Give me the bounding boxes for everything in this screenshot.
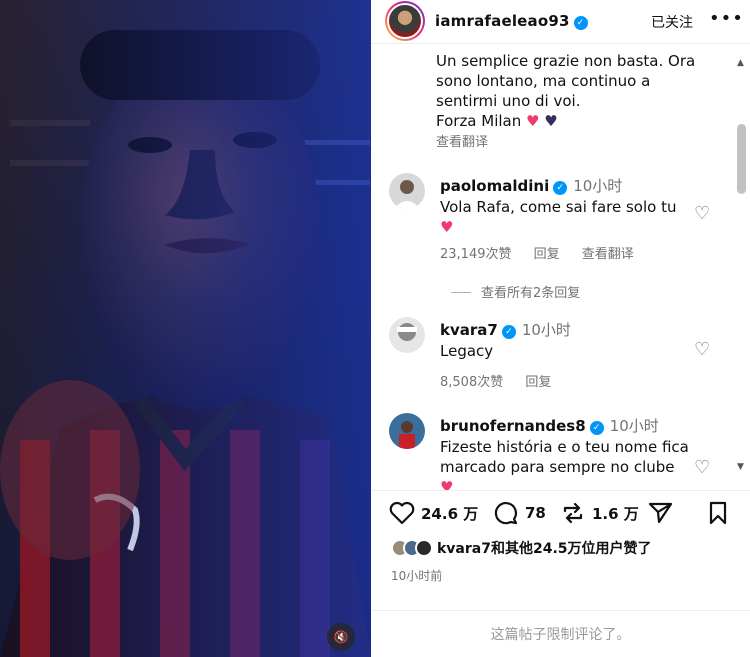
heart-icon[interactable]: ♡ [694, 203, 710, 224]
comment-button[interactable]: 78 [493, 501, 546, 525]
pink-heart-emoji: ♥ [440, 478, 454, 490]
author-username[interactable]: iamrafaeleao93 ✓ [435, 12, 588, 30]
repost-count: 1.6 万 [592, 504, 639, 523]
commenter-avatar[interactable] [389, 173, 425, 209]
post-header: iamrafaeleao93 ✓ 已关注 ••• [371, 0, 750, 44]
commenter-username[interactable]: kvara7 ✓ 10小时 [440, 319, 571, 340]
caption-line: sono lontano, ma continuo a [436, 72, 651, 90]
comment-time: 10小时 [609, 417, 659, 435]
scroll-down-icon[interactable]: ▼ [737, 462, 744, 472]
save-button[interactable] [706, 501, 736, 525]
commenter-username[interactable]: brunofernandes8 ✓ 10小时 [440, 415, 659, 436]
verified-icon: ✓ [589, 421, 604, 435]
heart-icon [389, 501, 415, 525]
post-caption: Un semplice grazie non basta. Ora sono l… [436, 51, 726, 131]
pink-heart-emoji: ♥ [526, 112, 540, 130]
repost-button[interactable]: 1.6 万 [560, 501, 639, 525]
post-media[interactable]: 🔇 [0, 0, 371, 657]
heart-icon[interactable]: ♡ [694, 339, 710, 360]
scrollbar[interactable]: ▲ ▼ [735, 58, 747, 476]
commenter-avatar[interactable] [389, 317, 425, 353]
liked-by-text: kvara7和其他24.5万位用户赞了 [437, 541, 652, 557]
share-button[interactable] [648, 501, 680, 525]
caption-translate-link[interactable]: 查看翻译 [436, 131, 488, 150]
comment-time: 10小时 [521, 321, 571, 339]
author-avatar[interactable] [385, 1, 425, 41]
comment-icon [494, 502, 518, 525]
comment-time: 10小时 [573, 177, 623, 195]
comments-scroll-area[interactable]: Un semplice grazie non basta. Ora sono l… [371, 45, 750, 490]
player-photo [0, 0, 371, 657]
black-heart-emoji: ♥ [544, 112, 558, 130]
more-options-icon[interactable]: ••• [709, 8, 744, 29]
heart-icon[interactable]: ♡ [694, 457, 710, 478]
share-icon [648, 502, 673, 524]
comment-text: Vola Rafa, come sai fare solo tu ♥ [440, 198, 677, 236]
verified-icon: ✓ [553, 181, 568, 195]
comment-likes[interactable]: 8,508次赞 [440, 375, 503, 390]
repost-icon [563, 502, 583, 524]
view-replies-link[interactable]: 查看所有2条回复 [451, 282, 580, 301]
comments-limited-notice: 这篇帖子限制评论了。 [371, 610, 750, 657]
liked-by-summary[interactable]: kvara7和其他24.5万位用户赞了 [391, 538, 652, 558]
caption-line: Un semplice grazie non basta. Ora [436, 52, 696, 70]
scroll-up-icon[interactable]: ▲ [737, 58, 744, 68]
commenter-username[interactable]: paolomaldini ✓ 10小时 [440, 175, 622, 196]
verified-icon: ✓ [573, 16, 588, 30]
comment-meta: 8,508次赞 回复 [440, 371, 569, 390]
like-button[interactable]: 24.6 万 [389, 501, 478, 525]
pink-heart-emoji: ♥ [440, 218, 454, 236]
like-count: 24.6 万 [421, 504, 479, 523]
liker-avatar [415, 539, 433, 557]
post-time: 10小时前 [391, 569, 443, 583]
commenter-avatar[interactable] [389, 413, 425, 449]
bookmark-icon [709, 501, 727, 525]
scrollbar-thumb[interactable] [737, 124, 746, 194]
caption-line: Forza Milan ♥ ♥ [436, 112, 558, 130]
mute-button[interactable]: 🔇 [327, 623, 355, 651]
translate-link[interactable]: 查看翻译 [582, 247, 634, 262]
verified-icon: ✓ [501, 325, 516, 339]
caption-line: sentirmi uno di voi. [436, 92, 581, 110]
comment-text: Legacy [440, 342, 494, 360]
comment-likes[interactable]: 23,149次赞 [440, 247, 512, 262]
comment-meta: 23,149次赞 回复 查看翻译 [440, 243, 652, 262]
comment-text: Fizeste história e o teu nome fica marca… [440, 437, 690, 490]
comment-count: 78 [525, 504, 546, 522]
reply-button[interactable]: 回复 [525, 375, 551, 390]
following-button[interactable]: 已关注 [651, 12, 693, 32]
post-panel: iamrafaeleao93 ✓ 已关注 ••• Un semplice graz… [371, 0, 750, 657]
mute-icon: 🔇 [333, 630, 349, 644]
post-actions: 24.6 万 78 1.6 万 kvara7和其他24.5万位用户赞了 10小时… [371, 490, 750, 583]
reply-button[interactable]: 回复 [534, 247, 560, 262]
